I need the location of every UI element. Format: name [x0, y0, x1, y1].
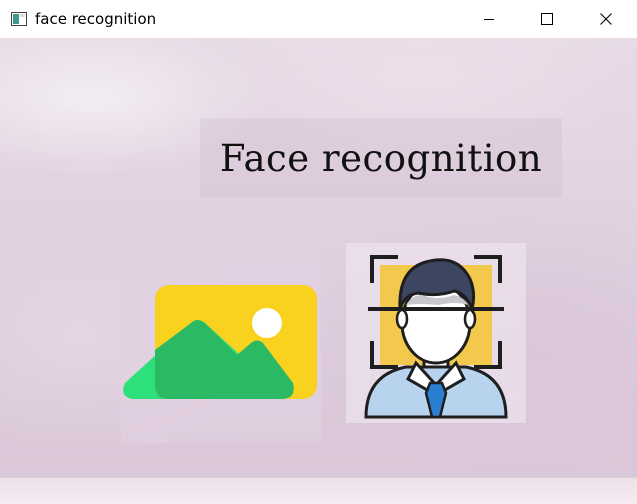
image-icon: [121, 285, 321, 447]
heading-panel: Face recognition: [200, 118, 562, 198]
window-app-icon: [11, 11, 27, 26]
minimize-button[interactable]: [460, 0, 518, 38]
title-bar[interactable]: face recognition: [0, 0, 637, 38]
main-content: Face recognition: [0, 38, 637, 504]
face-scan-icon: [346, 255, 526, 427]
bottom-strip: [0, 477, 637, 504]
face-recognition-button[interactable]: [346, 243, 526, 423]
image-select-button[interactable]: [121, 243, 321, 443]
page-title: Face recognition: [219, 136, 543, 180]
maximize-button[interactable]: [518, 0, 576, 38]
app-window: face recognition Face recognition: [0, 0, 637, 504]
maximize-icon: [541, 10, 553, 29]
close-icon: [600, 10, 612, 29]
close-button[interactable]: [577, 0, 635, 38]
minimize-icon: [483, 10, 495, 29]
window-title: face recognition: [35, 10, 157, 28]
